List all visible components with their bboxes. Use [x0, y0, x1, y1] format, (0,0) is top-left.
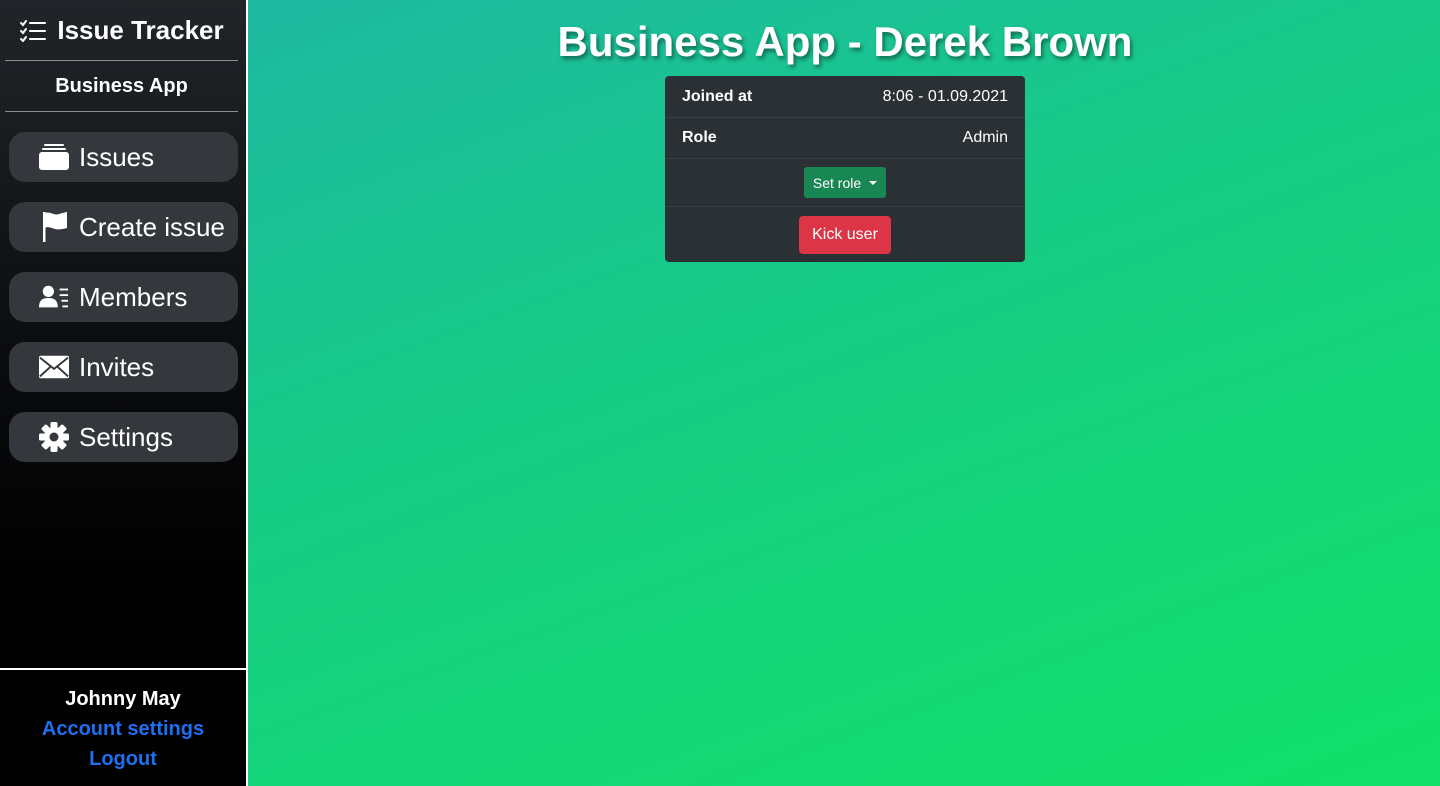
envelope-icon [39, 352, 69, 382]
kick-user-button[interactable]: Kick user [799, 215, 891, 254]
member-card: Joined at 8:06 - 01.09.2021 Role Admin S… [665, 76, 1025, 262]
brand[interactable]: Issue Tracker [5, 0, 238, 61]
role-row: Role Admin [665, 118, 1025, 159]
role-value: Admin [962, 129, 1008, 146]
joined-value: 8:06 - 01.09.2021 [882, 87, 1008, 105]
logout-link[interactable]: Logout [0, 748, 246, 771]
set-role-row: Set role [665, 159, 1025, 207]
account-settings-link[interactable]: Account settings [0, 718, 246, 741]
role-label: Role [682, 129, 717, 146]
set-role-label: Set role [812, 174, 862, 191]
caret-down-icon [869, 180, 878, 185]
workspace-name: Business App [5, 61, 238, 112]
sidebar-item-create-issue[interactable]: Create issue [9, 202, 238, 252]
user-panel: Johnny May Account settings Logout [0, 668, 246, 786]
flag-icon [39, 212, 69, 242]
page-title: Business App - Derek Brown [557, 18, 1133, 65]
gear-icon [39, 422, 69, 452]
kick-row: Kick user [665, 207, 1025, 262]
list-check-icon [19, 18, 47, 42]
person-lines-icon [39, 282, 69, 312]
user-name: Johnny May [65, 688, 181, 710]
joined-row: Joined at 8:06 - 01.09.2021 [665, 76, 1025, 118]
sidebar-item-settings[interactable]: Settings [9, 412, 238, 462]
sidebar-item-invites[interactable]: Invites [9, 342, 238, 392]
set-role-dropdown[interactable]: Set role [803, 167, 887, 198]
sidebar-item-label: Issues [79, 141, 155, 172]
sidebar-item-label: Invites [79, 351, 155, 382]
brand-title: Issue Tracker [57, 14, 224, 45]
joined-label: Joined at [682, 87, 753, 105]
sidebar: Issue Tracker Business App Issues Create… [0, 0, 248, 786]
sidebar-item-members[interactable]: Members [9, 272, 238, 322]
sidebar-item-issues[interactable]: Issues [9, 132, 238, 182]
sidebar-item-label: Create issue [79, 211, 225, 242]
sidebar-item-label: Settings [79, 421, 173, 452]
inbox-stack-icon [39, 142, 69, 172]
sidebar-item-label: Members [79, 281, 188, 312]
